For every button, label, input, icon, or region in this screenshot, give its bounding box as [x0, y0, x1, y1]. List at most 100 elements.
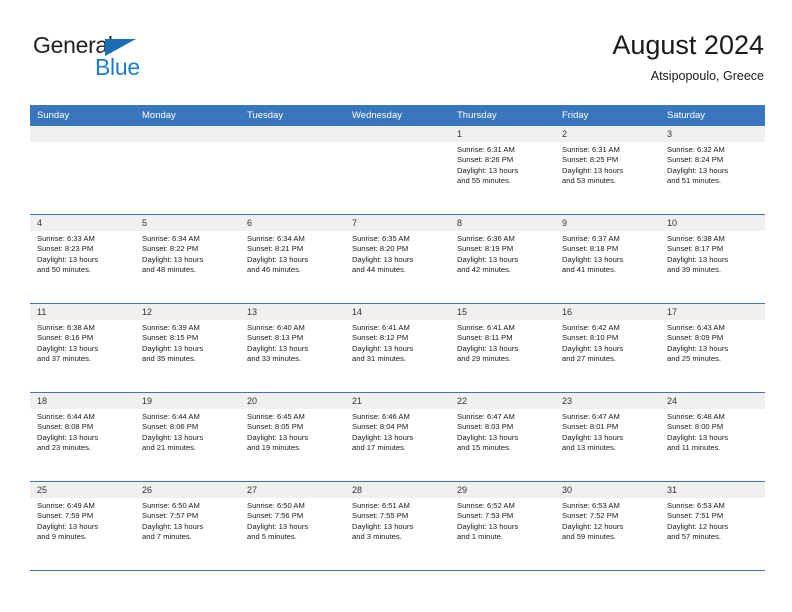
daylight-text-line1: Daylight: 13 hours [352, 432, 414, 442]
sunrise-text: Sunrise: 6:50 AM [142, 501, 200, 510]
sunrise-text: Sunrise: 6:44 AM [142, 412, 200, 421]
calendar-day-cell[interactable]: 25 Sunrise: 6:49 AM Sunset: 7:59 PM Dayligh… [30, 482, 135, 570]
daylight-text-line2: and 53 minutes. [562, 176, 617, 186]
daylight-text-line1: Daylight: 13 hours [562, 343, 624, 353]
calendar-day-cell[interactable]: 31 Sunrise: 6:53 AM Sunset: 7:51 PM Dayligh… [660, 482, 765, 570]
calendar-day-cell[interactable]: 5 Sunrise: 6:34 AM Sunset: 8:22 PM Daylight… [135, 215, 240, 303]
daylight-text-line2: and 15 minutes. [457, 443, 512, 453]
calendar-day-cell[interactable]: 24 Sunrise: 6:48 AM Sunset: 8:00 PM Dayligh… [660, 393, 765, 481]
sunrise-text: Sunrise: 6:43 AM [667, 323, 725, 332]
daylight-text-line2: and 25 minutes. [667, 354, 722, 364]
day-number: 1 [450, 126, 555, 142]
daylight-text-line1: Daylight: 13 hours [37, 343, 99, 353]
calendar-day-cell[interactable]: 10 Sunrise: 6:38 AM Sunset: 8:17 PM Dayligh… [660, 215, 765, 303]
day-number: 29 [450, 482, 555, 498]
sunrise-text: Sunrise: 6:36 AM [457, 234, 515, 243]
day-number: 26 [135, 482, 240, 498]
sunrise-text: Sunrise: 6:53 AM [562, 501, 620, 510]
calendar-day-cell[interactable]: 6 Sunrise: 6:34 AM Sunset: 8:21 PM Daylight… [240, 215, 345, 303]
daylight-text-line1: Daylight: 13 hours [352, 254, 414, 264]
day-number: 31 [660, 482, 765, 498]
day-details: Sunrise: 6:41 AM Sunset: 8:11 PM Daylight:… [450, 320, 555, 365]
day-number [30, 126, 135, 142]
sunset-text: Sunset: 7:53 PM [457, 511, 514, 521]
calendar-week-row: 25 Sunrise: 6:49 AM Sunset: 7:59 PM Dayligh… [30, 482, 765, 571]
daylight-text-line1: Daylight: 13 hours [142, 343, 204, 353]
day-number: 21 [345, 393, 450, 409]
calendar-day-cell[interactable]: 12 Sunrise: 6:39 AM Sunset: 8:15 PM Dayligh… [135, 304, 240, 392]
calendar-day-cell[interactable]: 8 Sunrise: 6:36 AM Sunset: 8:19 PM Daylight… [450, 215, 555, 303]
sunrise-text: Sunrise: 6:38 AM [667, 234, 725, 243]
day-details: Sunrise: 6:46 AM Sunset: 8:04 PM Daylight:… [345, 409, 450, 454]
day-number [240, 126, 345, 142]
day-number: 14 [345, 304, 450, 320]
calendar-day-cell[interactable]: 7 Sunrise: 6:35 AM Sunset: 8:20 PM Daylight… [345, 215, 450, 303]
calendar-day-cell[interactable]: 2 Sunrise: 6:31 AM Sunset: 8:25 PM Daylight… [555, 126, 660, 214]
daylight-text-line2: and 31 minutes. [352, 354, 407, 364]
sunset-text: Sunset: 8:21 PM [247, 244, 304, 254]
daylight-text-line2: and 50 minutes. [37, 265, 92, 275]
calendar-day-cell-empty [345, 126, 450, 214]
dow-monday: Monday [142, 110, 176, 121]
calendar-day-cell[interactable]: 16 Sunrise: 6:42 AM Sunset: 8:10 PM Dayligh… [555, 304, 660, 392]
daylight-text-line2: and 35 minutes. [142, 354, 197, 364]
daylight-text-line2: and 51 minutes. [667, 176, 722, 186]
daylight-text-line2: and 7 minutes. [142, 532, 192, 542]
calendar-day-cell[interactable]: 30 Sunrise: 6:53 AM Sunset: 7:52 PM Dayligh… [555, 482, 660, 570]
day-number: 25 [30, 482, 135, 498]
day-number: 30 [555, 482, 660, 498]
day-details: Sunrise: 6:32 AM Sunset: 8:24 PM Daylight:… [660, 142, 765, 187]
sunset-text: Sunset: 8:15 PM [142, 333, 199, 343]
day-number: 6 [240, 215, 345, 231]
day-details: Sunrise: 6:47 AM Sunset: 8:01 PM Daylight:… [555, 409, 660, 454]
day-number: 22 [450, 393, 555, 409]
calendar-day-cell[interactable]: 3 Sunrise: 6:32 AM Sunset: 8:24 PM Daylight… [660, 126, 765, 214]
calendar-day-cell[interactable]: 11 Sunrise: 6:38 AM Sunset: 8:16 PM Dayligh… [30, 304, 135, 392]
calendar-day-cell[interactable]: 23 Sunrise: 6:47 AM Sunset: 8:01 PM Dayligh… [555, 393, 660, 481]
calendar-day-cell[interactable]: 14 Sunrise: 6:41 AM Sunset: 8:12 PM Dayligh… [345, 304, 450, 392]
daylight-text-line2: and 9 minutes. [37, 532, 87, 542]
day-details: Sunrise: 6:31 AM Sunset: 8:25 PM Daylight:… [555, 142, 660, 187]
day-details: Sunrise: 6:41 AM Sunset: 8:12 PM Daylight:… [345, 320, 450, 365]
calendar-day-cell[interactable]: 1 Sunrise: 6:31 AM Sunset: 8:26 PM Daylight… [450, 126, 555, 214]
calendar-day-cell[interactable]: 29 Sunrise: 6:52 AM Sunset: 7:53 PM Dayligh… [450, 482, 555, 570]
dow-wednesday: Wednesday [352, 110, 402, 121]
calendar-day-cell[interactable]: 13 Sunrise: 6:40 AM Sunset: 8:13 PM Dayligh… [240, 304, 345, 392]
day-details: Sunrise: 6:51 AM Sunset: 7:55 PM Daylight:… [345, 498, 450, 543]
daylight-text-line1: Daylight: 13 hours [37, 432, 99, 442]
daylight-text-line2: and 57 minutes. [667, 532, 722, 542]
calendar-day-cell[interactable]: 15 Sunrise: 6:41 AM Sunset: 8:11 PM Dayligh… [450, 304, 555, 392]
calendar-day-cell[interactable]: 4 Sunrise: 6:33 AM Sunset: 8:23 PM Daylight… [30, 215, 135, 303]
sunset-text: Sunset: 8:20 PM [352, 244, 409, 254]
calendar-day-cell[interactable]: 22 Sunrise: 6:47 AM Sunset: 8:03 PM Dayligh… [450, 393, 555, 481]
calendar-day-cell[interactable]: 18 Sunrise: 6:44 AM Sunset: 8:08 PM Dayligh… [30, 393, 135, 481]
day-number: 28 [345, 482, 450, 498]
day-details: Sunrise: 6:36 AM Sunset: 8:19 PM Daylight:… [450, 231, 555, 276]
calendar-day-cell[interactable]: 9 Sunrise: 6:37 AM Sunset: 8:18 PM Daylight… [555, 215, 660, 303]
calendar-day-cell[interactable]: 20 Sunrise: 6:45 AM Sunset: 8:05 PM Dayligh… [240, 393, 345, 481]
day-details: Sunrise: 6:37 AM Sunset: 8:18 PM Daylight:… [555, 231, 660, 276]
day-number: 17 [660, 304, 765, 320]
calendar-day-cell[interactable]: 27 Sunrise: 6:50 AM Sunset: 7:56 PM Dayligh… [240, 482, 345, 570]
day-details: Sunrise: 6:38 AM Sunset: 8:16 PM Daylight:… [30, 320, 135, 365]
day-details: Sunrise: 6:34 AM Sunset: 8:21 PM Daylight:… [240, 231, 345, 276]
calendar-day-cell-empty [240, 126, 345, 214]
daylight-text-line2: and 48 minutes. [142, 265, 197, 275]
daylight-text-line2: and 59 minutes. [562, 532, 617, 542]
sunset-text: Sunset: 7:52 PM [562, 511, 619, 521]
sunrise-text: Sunrise: 6:40 AM [247, 323, 305, 332]
general-blue-logo[interactable]: General Blue [33, 32, 203, 84]
dow-tuesday: Tuesday [247, 110, 284, 121]
calendar-day-cell[interactable]: 17 Sunrise: 6:43 AM Sunset: 8:09 PM Dayligh… [660, 304, 765, 392]
calendar-day-cell[interactable]: 21 Sunrise: 6:46 AM Sunset: 8:04 PM Dayligh… [345, 393, 450, 481]
daylight-text-line1: Daylight: 13 hours [667, 432, 729, 442]
daylight-text-line2: and 39 minutes. [667, 265, 722, 275]
daylight-text-line1: Daylight: 13 hours [457, 165, 519, 175]
calendar-day-cell[interactable]: 28 Sunrise: 6:51 AM Sunset: 7:55 PM Dayligh… [345, 482, 450, 570]
daylight-text-line2: and 5 minutes. [247, 532, 297, 542]
dow-saturday: Saturday [667, 110, 706, 121]
sunrise-text: Sunrise: 6:51 AM [352, 501, 410, 510]
sunrise-text: Sunrise: 6:34 AM [142, 234, 200, 243]
calendar-day-cell[interactable]: 19 Sunrise: 6:44 AM Sunset: 8:06 PM Dayligh… [135, 393, 240, 481]
calendar-day-cell[interactable]: 26 Sunrise: 6:50 AM Sunset: 7:57 PM Dayligh… [135, 482, 240, 570]
